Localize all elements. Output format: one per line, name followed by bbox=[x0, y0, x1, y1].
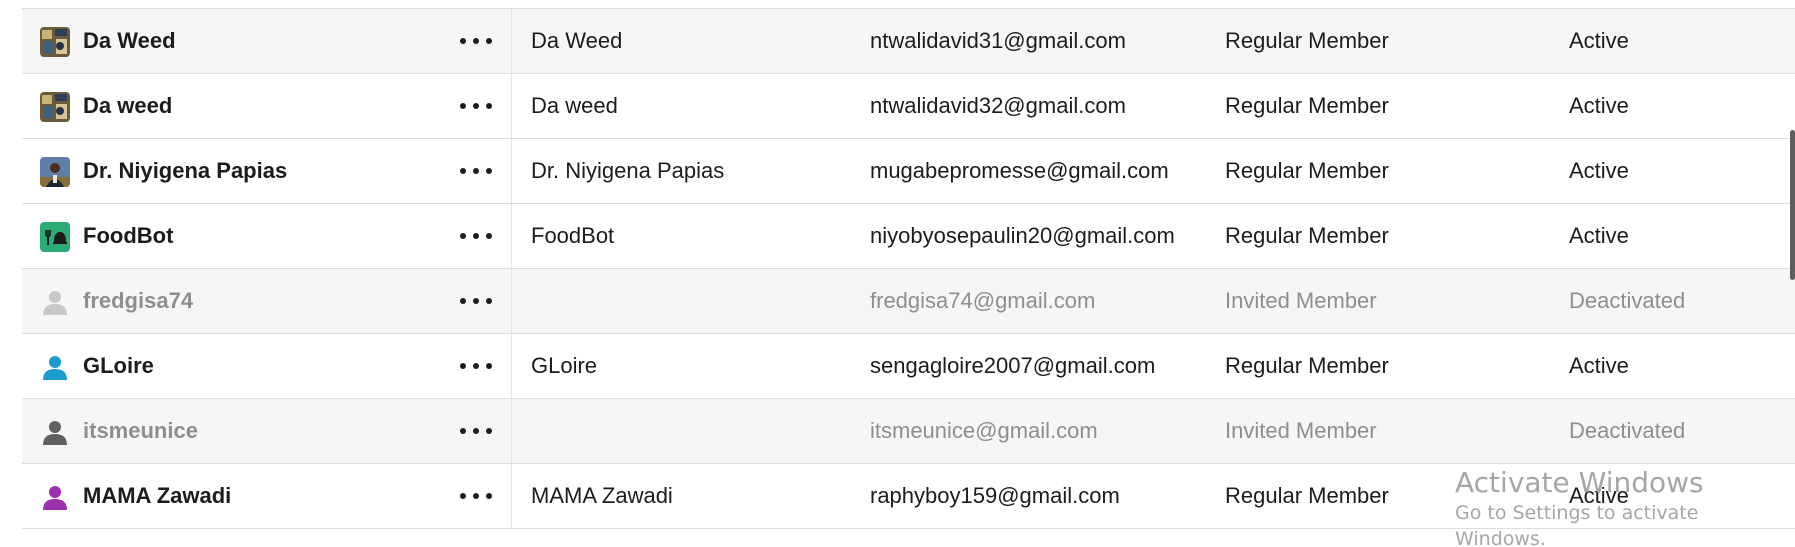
more-actions-icon[interactable] bbox=[460, 486, 492, 506]
avatar[interactable] bbox=[40, 287, 70, 317]
more-actions-icon[interactable] bbox=[460, 356, 492, 376]
column-divider bbox=[511, 399, 512, 463]
avatar[interactable] bbox=[40, 352, 70, 382]
column-divider bbox=[511, 9, 512, 73]
status: Active bbox=[1569, 483, 1629, 508]
table-row[interactable]: FoodBot FoodBot niyobyosepaulin20@gmail.… bbox=[22, 204, 1795, 269]
email: fredgisa74@gmail.com bbox=[870, 288, 1096, 313]
table-row[interactable]: MAMA Zawadi MAMA Zawadi raphyboy159@gmai… bbox=[22, 464, 1795, 529]
table-row[interactable]: itsmeunice itsmeunice@gmail.com Invited … bbox=[22, 399, 1795, 464]
status: Active bbox=[1569, 28, 1629, 53]
more-actions-icon[interactable] bbox=[460, 96, 492, 116]
email: ntwalidavid31@gmail.com bbox=[870, 28, 1126, 53]
table-row[interactable]: Da Weed Da Weed ntwalidavid31@gmail.com … bbox=[22, 9, 1795, 74]
status: Active bbox=[1569, 353, 1629, 378]
status: Active bbox=[1569, 93, 1629, 118]
avatar[interactable] bbox=[40, 482, 70, 512]
member-name[interactable]: Dr. Niyigena Papias bbox=[83, 139, 287, 203]
member-name[interactable]: Da weed bbox=[83, 74, 172, 138]
display-name: GLoire bbox=[531, 353, 598, 378]
status: Active bbox=[1569, 158, 1629, 183]
table-row[interactable]: GLoire GLoire sengagloire2007@gmail.com … bbox=[22, 334, 1795, 399]
more-actions-icon[interactable] bbox=[460, 226, 492, 246]
table-row[interactable]: fredgisa74 fredgisa74@gmail.com Invited … bbox=[22, 269, 1795, 334]
email: sengagloire2007@gmail.com bbox=[870, 353, 1156, 378]
display-name: Da weed bbox=[531, 93, 618, 118]
avatar[interactable] bbox=[40, 222, 70, 252]
account-type: Regular Member bbox=[1225, 158, 1389, 183]
column-divider bbox=[511, 139, 512, 203]
email: ntwalidavid32@gmail.com bbox=[870, 93, 1126, 118]
member-name[interactable]: Da Weed bbox=[83, 9, 176, 73]
account-type: Invited Member bbox=[1225, 288, 1377, 313]
table-row[interactable]: Da weed Da weed ntwalidavid32@gmail.com … bbox=[22, 74, 1795, 139]
more-actions-icon[interactable] bbox=[460, 31, 492, 51]
member-name[interactable]: FoodBot bbox=[83, 204, 173, 268]
display-name: Dr. Niyigena Papias bbox=[531, 158, 725, 183]
email: raphyboy159@gmail.com bbox=[870, 483, 1120, 508]
email: itsmeunice@gmail.com bbox=[870, 418, 1098, 443]
status: Deactivated bbox=[1569, 288, 1686, 313]
table-row[interactable]: Dr. Niyigena Papias Dr. Niyigena Papias … bbox=[22, 139, 1795, 204]
member-name[interactable]: MAMA Zawadi bbox=[83, 464, 231, 528]
account-type: Regular Member bbox=[1225, 28, 1389, 53]
more-actions-icon[interactable] bbox=[460, 161, 492, 181]
account-type: Regular Member bbox=[1225, 483, 1389, 508]
member-name[interactable]: itsmeunice bbox=[83, 399, 198, 463]
display-name: FoodBot bbox=[531, 223, 615, 248]
column-divider bbox=[511, 269, 512, 333]
account-type: Regular Member bbox=[1225, 353, 1389, 378]
more-actions-icon[interactable] bbox=[460, 421, 492, 441]
avatar[interactable] bbox=[40, 157, 70, 187]
account-type: Invited Member bbox=[1225, 418, 1377, 443]
column-divider bbox=[511, 334, 512, 398]
column-divider bbox=[511, 464, 512, 528]
avatar[interactable] bbox=[40, 27, 70, 57]
column-divider bbox=[511, 74, 512, 138]
column-divider bbox=[511, 204, 512, 268]
email: mugabepromesse@gmail.com bbox=[870, 158, 1169, 183]
email: niyobyosepaulin20@gmail.com bbox=[870, 223, 1175, 248]
account-type: Regular Member bbox=[1225, 223, 1389, 248]
display-name: Da Weed bbox=[531, 28, 623, 53]
scrollbar[interactable] bbox=[1790, 130, 1795, 280]
member-name[interactable]: GLoire bbox=[83, 334, 154, 398]
member-name[interactable]: fredgisa74 bbox=[83, 269, 193, 333]
members-table: Da Weed Da Weed ntwalidavid31@gmail.com … bbox=[22, 9, 1795, 529]
more-actions-icon[interactable] bbox=[460, 291, 492, 311]
status: Active bbox=[1569, 223, 1629, 248]
status: Deactivated bbox=[1569, 418, 1686, 443]
account-type: Regular Member bbox=[1225, 93, 1389, 118]
avatar[interactable] bbox=[40, 417, 70, 447]
avatar[interactable] bbox=[40, 92, 70, 122]
display-name: MAMA Zawadi bbox=[531, 483, 673, 508]
